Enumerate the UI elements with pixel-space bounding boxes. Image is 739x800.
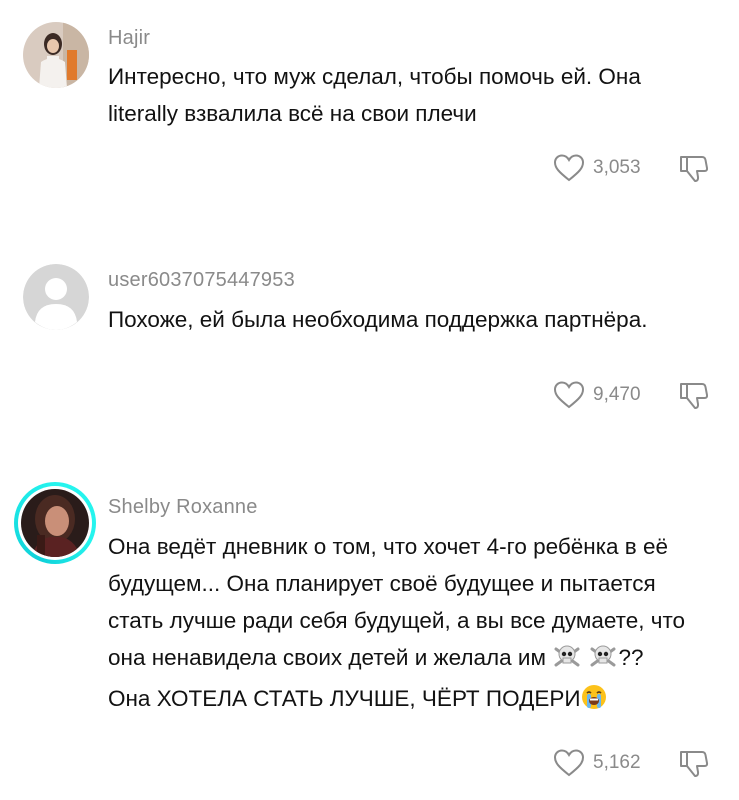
- comment-actions: 5,162: [0, 748, 739, 778]
- loudly-crying-face-emoji: [581, 684, 607, 721]
- comment-actions: 3,053: [0, 153, 739, 183]
- like-count: 3,053: [593, 157, 641, 178]
- like-count: 9,470: [593, 384, 641, 405]
- like-count: 5,162: [593, 752, 641, 773]
- comment-text-line: Похоже, ей была необходима поддержка пар…: [108, 307, 648, 332]
- comment-username[interactable]: user6037075447953: [108, 269, 295, 292]
- comment-actions: 9,470: [0, 380, 739, 410]
- comment-text-segment: Она ХОТЕЛА СТАТЬ ЛУЧШЕ, ЧЁРТ ПОДЕРИ: [108, 686, 581, 711]
- comment-text-line: стать лучше ради себя будущей, а вы все …: [108, 608, 686, 633]
- comment-text-line: Интересно, что муж сделал, чтобы помочь …: [108, 64, 641, 89]
- heart-outline-icon[interactable]: [553, 748, 585, 778]
- user-avatar[interactable]: [23, 22, 89, 88]
- comment-text: Интересно, что муж сделал, чтобы помочь …: [108, 58, 718, 132]
- comment-username[interactable]: Hajir: [108, 27, 150, 50]
- story-ring-avatar[interactable]: [14, 482, 96, 564]
- skull-crossbones-emoji: [588, 643, 618, 680]
- thumbs-down-outline-icon[interactable]: [678, 748, 710, 778]
- comment-text: Похоже, ей была необходима поддержка пар…: [108, 301, 718, 338]
- thumbs-down-outline-icon[interactable]: [678, 380, 710, 410]
- comment-text-line-with-emoji: Она ХОТЕЛА СТАТЬ ЛУЧШЕ, ЧЁРТ ПОДЕРИ: [108, 680, 718, 721]
- heart-outline-icon[interactable]: [553, 380, 585, 410]
- comment-text-line-with-emoji: она ненавидела своих детей и желала им ?…: [108, 639, 718, 680]
- user-photo: [21, 489, 89, 557]
- comment-username[interactable]: Shelby Roxanne: [108, 496, 258, 519]
- comment-text-line: будущем... Она планирует своё будущее и …: [108, 571, 656, 596]
- comment-text-segment: она ненавидела своих детей и желала им: [108, 645, 546, 670]
- thumbs-down-outline-icon[interactable]: [678, 153, 710, 183]
- comment-text: Она ведёт дневник о том, что хочет 4-го …: [108, 528, 718, 721]
- comment-text-line: Она ведёт дневник о том, что хочет 4-го …: [108, 534, 669, 559]
- skull-crossbones-emoji: [552, 643, 582, 680]
- heart-outline-icon[interactable]: [553, 153, 585, 183]
- comment-text-line: literally взвалила всё на свои плечи: [108, 101, 477, 126]
- comment-text-suffix: ??: [618, 645, 644, 670]
- user-avatar[interactable]: [23, 264, 89, 330]
